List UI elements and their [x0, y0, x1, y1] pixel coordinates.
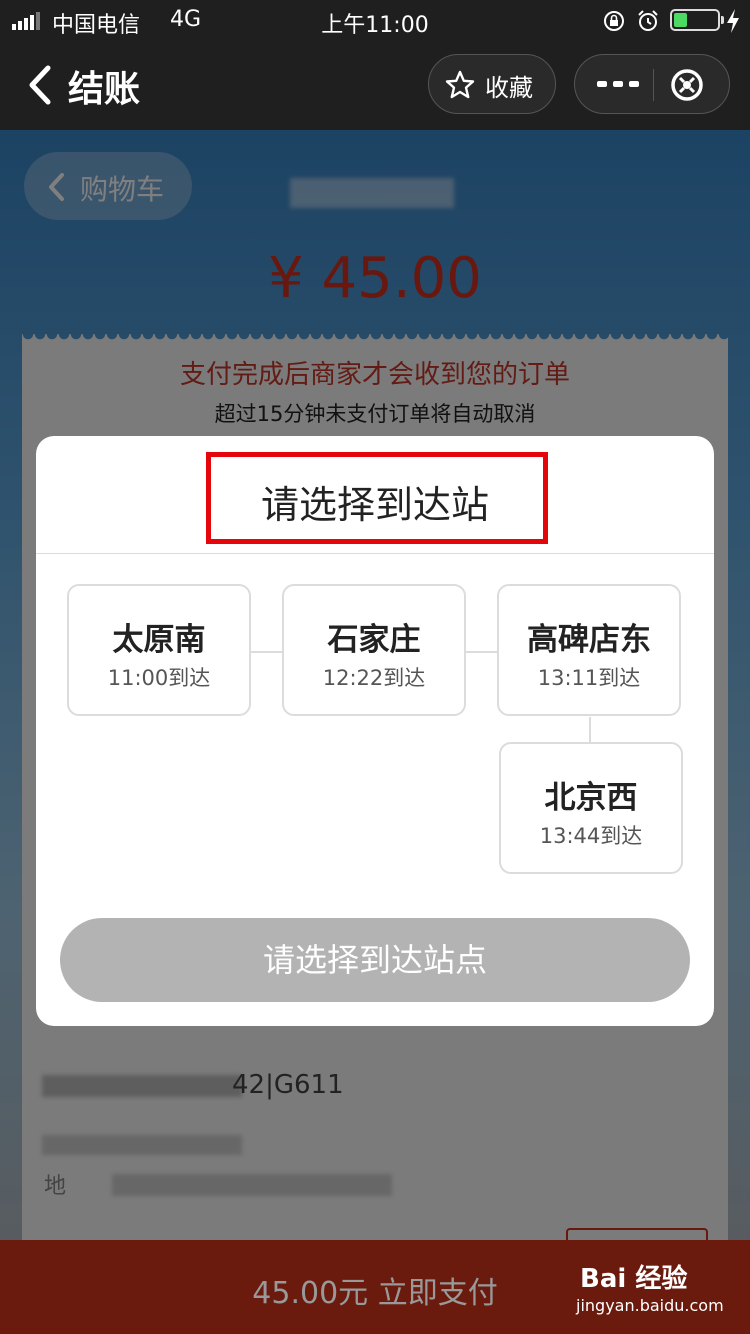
station-arrival-time: 12:22到达: [322, 666, 426, 690]
station-name: 高碑店东: [527, 622, 651, 658]
nav-bar: 结账 收藏: [0, 42, 750, 130]
station-option[interactable]: 高碑店东 13:11到达: [497, 584, 681, 716]
station-name: 太原南: [112, 622, 206, 658]
back-arrow-icon[interactable]: [26, 64, 56, 106]
favorite-button[interactable]: 收藏: [428, 54, 556, 114]
battery-icon: [670, 9, 724, 31]
battery-level: [674, 13, 687, 27]
star-icon: [445, 70, 475, 99]
route-connector: [251, 651, 282, 653]
dialog-title: 请选择到达站: [260, 483, 489, 527]
page-title: 结账: [68, 69, 141, 110]
capsule-divider: [653, 69, 654, 101]
station-arrival-time: 11:00到达: [107, 666, 211, 690]
mini-program-capsule: [574, 54, 730, 114]
route-connector: [466, 651, 497, 653]
charging-icon: [727, 9, 739, 33]
station-option[interactable]: 北京西 13:44到达: [499, 742, 683, 874]
pay-bar: 45.00元 立即支付 Bai 经验 jingyan.baidu.com: [0, 1240, 750, 1334]
dialog-divider: [36, 553, 714, 554]
status-bar: 中国电信 4G 上午11:00: [0, 0, 750, 42]
baidu-jingyan-watermark: Bai 经验 jingyan.baidu.com: [574, 1254, 724, 1324]
station-option[interactable]: 石家庄 12:22到达: [282, 584, 466, 716]
alarm-icon: [638, 10, 658, 31]
confirm-station-button[interactable]: 请选择到达站点: [60, 918, 690, 1002]
watermark-brand: Bai 经验: [580, 1264, 688, 1294]
watermark-url: jingyan.baidu.com: [576, 1296, 724, 1315]
station-option[interactable]: 太原南 11:00到达: [67, 584, 251, 716]
route-connector: [589, 717, 591, 742]
station-arrival-time: 13:11到达: [537, 666, 641, 690]
station-name: 石家庄: [327, 622, 421, 658]
favorite-label: 收藏: [485, 74, 533, 102]
lock-rotation-icon: [604, 11, 624, 31]
station-name: 北京西: [544, 780, 638, 816]
station-arrival-time: 13:44到达: [539, 824, 643, 848]
more-icon[interactable]: [595, 71, 641, 97]
close-mini-program-icon[interactable]: [669, 67, 705, 103]
arrival-station-dialog: 请选择到达站 太原南 11:00到达 石家庄 12:22到达 高碑店东 13:1…: [36, 436, 714, 1026]
